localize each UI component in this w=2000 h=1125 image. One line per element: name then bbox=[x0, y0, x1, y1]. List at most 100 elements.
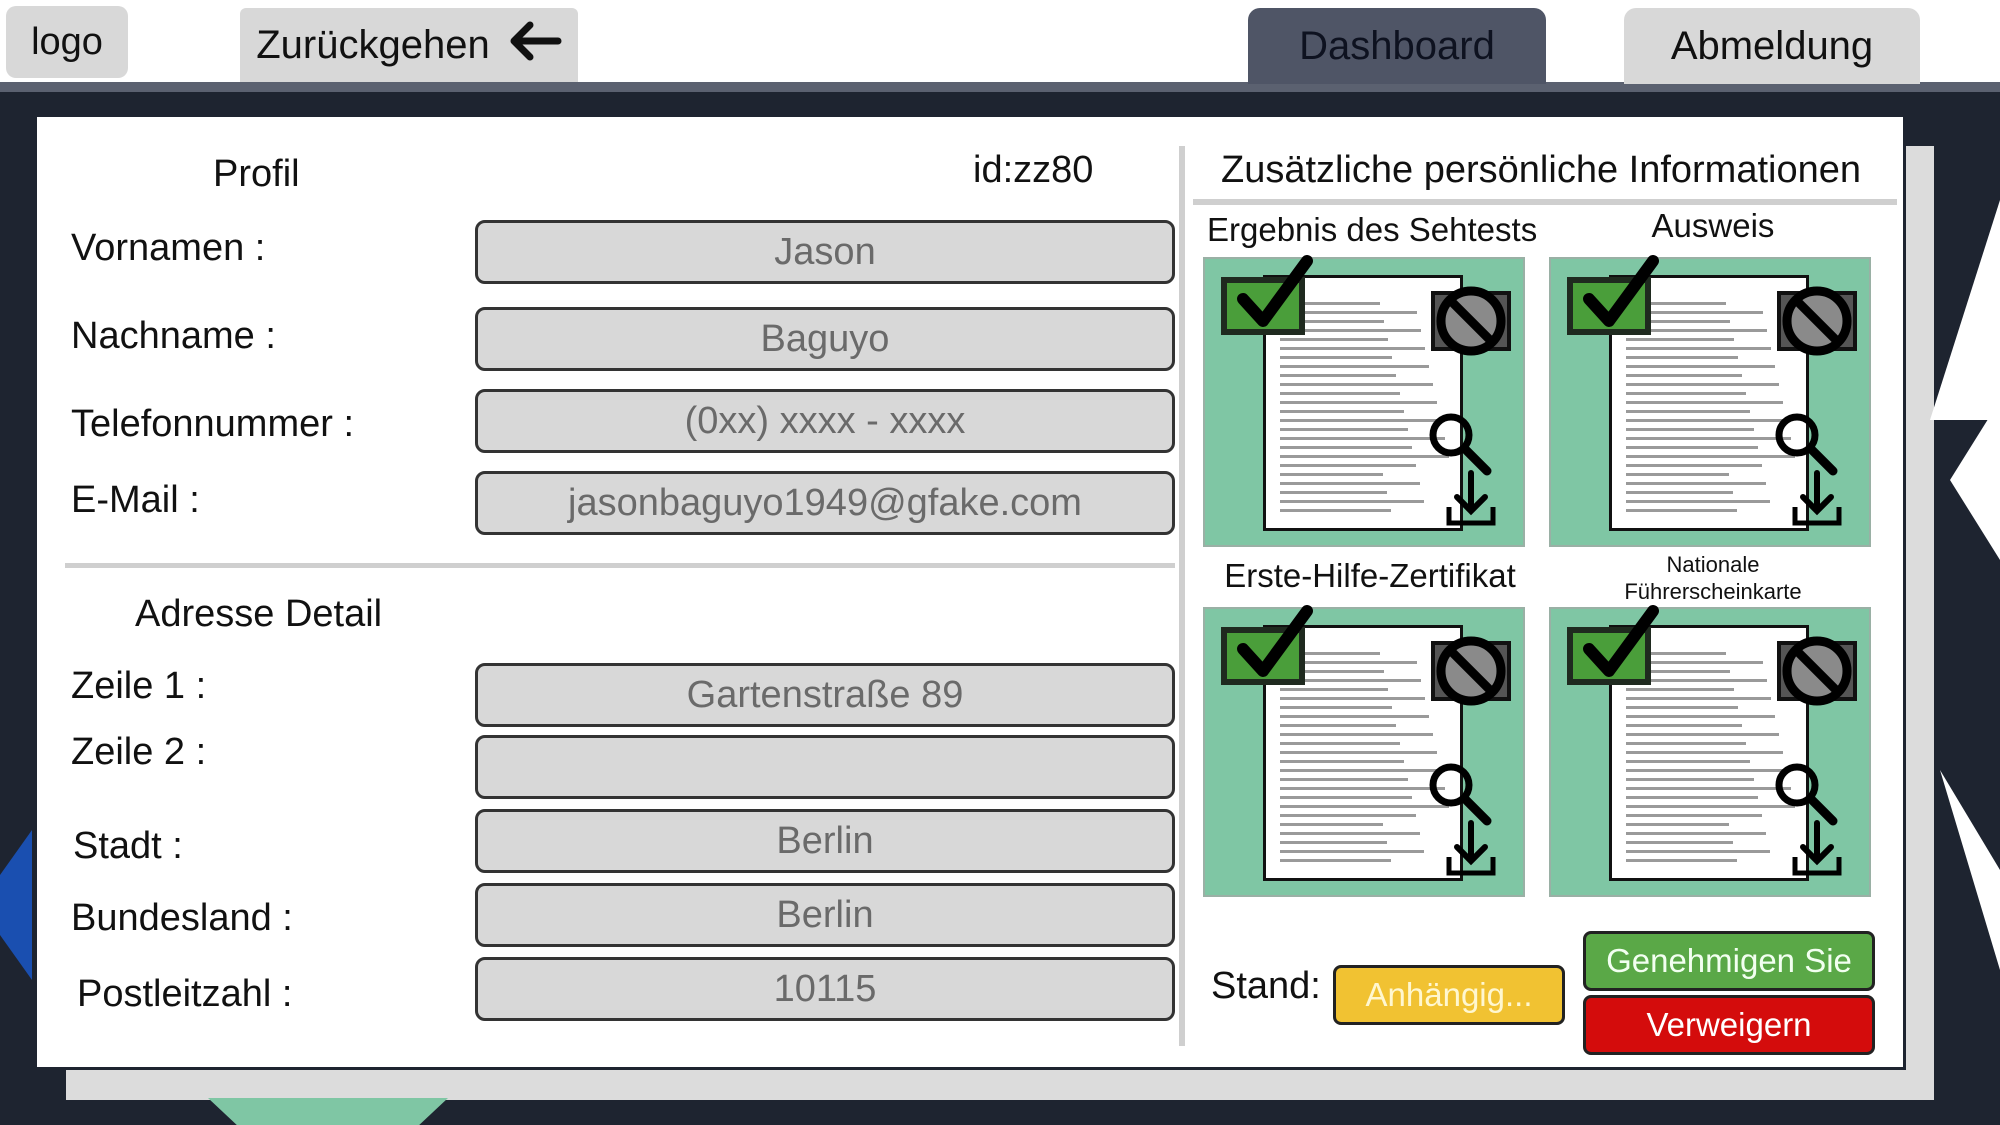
text-line bbox=[1626, 392, 1746, 395]
arrow-left-icon bbox=[510, 18, 562, 72]
text-line bbox=[1280, 500, 1424, 503]
profile-id: id:zz80 bbox=[973, 149, 1094, 191]
address-line1-field[interactable]: Gartenstraße 89 bbox=[475, 663, 1175, 727]
text-line bbox=[1626, 383, 1779, 386]
text-line bbox=[1280, 437, 1445, 440]
email-field[interactable]: jasonbaguyo1949@gfake.com bbox=[475, 471, 1175, 535]
dashboard-tab[interactable]: Dashboard bbox=[1248, 8, 1546, 84]
profile-title: Profil bbox=[213, 153, 300, 195]
download-icon[interactable] bbox=[1443, 469, 1499, 534]
approve-button[interactable]: Genehmigen Sie bbox=[1583, 931, 1875, 991]
text-line bbox=[1626, 482, 1766, 485]
logo[interactable]: logo bbox=[6, 6, 128, 78]
text-line bbox=[1280, 338, 1388, 341]
text-line bbox=[1280, 859, 1391, 862]
text-line bbox=[1280, 778, 1408, 781]
text-line bbox=[1280, 509, 1391, 512]
block-icon[interactable] bbox=[1429, 279, 1513, 363]
check-icon[interactable] bbox=[1567, 255, 1659, 335]
text-line bbox=[1280, 805, 1449, 808]
state-field[interactable]: Berlin bbox=[475, 883, 1175, 947]
city-field[interactable]: Berlin bbox=[475, 809, 1175, 873]
text-line bbox=[1626, 446, 1758, 449]
text-line bbox=[1626, 428, 1754, 431]
logout-button[interactable]: Abmeldung bbox=[1624, 8, 1920, 84]
download-icon[interactable] bbox=[1443, 819, 1499, 884]
text-line bbox=[1280, 760, 1404, 763]
field-label-email: E-Mail : bbox=[71, 479, 200, 521]
text-line bbox=[1280, 814, 1416, 817]
text-line bbox=[1626, 832, 1766, 835]
text-line bbox=[1626, 733, 1779, 736]
address-line2-field[interactable] bbox=[475, 735, 1175, 799]
text-line bbox=[1280, 383, 1433, 386]
field-label-line1: Zeile 1 : bbox=[71, 665, 207, 707]
download-icon[interactable] bbox=[1789, 469, 1845, 534]
text-line bbox=[1626, 859, 1737, 862]
block-icon[interactable] bbox=[1775, 629, 1859, 713]
status-label: Stand: bbox=[1211, 965, 1321, 1007]
last-name-field[interactable]: Baguyo bbox=[475, 307, 1175, 371]
check-icon[interactable] bbox=[1221, 255, 1313, 335]
text-line bbox=[1626, 401, 1783, 404]
text-line bbox=[1280, 374, 1396, 377]
text-line bbox=[1280, 724, 1396, 727]
column-divider bbox=[1179, 146, 1185, 1046]
text-line bbox=[1280, 428, 1408, 431]
field-label-line2: Zeile 2 : bbox=[71, 731, 207, 773]
text-line bbox=[1626, 796, 1758, 799]
text-line bbox=[1626, 706, 1738, 709]
profile-card: Profil id:zz80 Vornamen : Jason Nachname… bbox=[34, 114, 1906, 1070]
field-label-last-name: Nachname : bbox=[71, 315, 276, 357]
text-line bbox=[1280, 697, 1425, 700]
doc-title-id: Ausweis bbox=[1651, 207, 1775, 244]
text-line bbox=[1280, 742, 1400, 745]
check-icon[interactable] bbox=[1221, 605, 1313, 685]
field-label-postal-code: Postleitzahl : bbox=[77, 973, 293, 1015]
postal-code-field[interactable]: 10115 bbox=[475, 957, 1175, 1021]
doc-card-id[interactable] bbox=[1549, 255, 1871, 547]
text-line bbox=[1280, 419, 1441, 422]
download-icon[interactable] bbox=[1789, 819, 1845, 884]
additional-info-title: Zusätzliche persönliche Informationen bbox=[1221, 149, 1862, 191]
text-line bbox=[1280, 365, 1429, 368]
text-line bbox=[1626, 769, 1787, 772]
doc-card-first-aid[interactable] bbox=[1203, 605, 1525, 897]
doc-card-drivers-license[interactable] bbox=[1549, 605, 1871, 897]
text-line bbox=[1626, 473, 1729, 476]
section-divider bbox=[65, 563, 1175, 568]
deny-button[interactable]: Verweigern bbox=[1583, 995, 1875, 1055]
block-icon[interactable] bbox=[1775, 279, 1859, 363]
text-line bbox=[1280, 482, 1420, 485]
text-line bbox=[1280, 401, 1437, 404]
text-line bbox=[1626, 356, 1738, 359]
first-name-field[interactable]: Jason bbox=[475, 220, 1175, 284]
address-title: Adresse Detail bbox=[135, 593, 383, 635]
text-line bbox=[1280, 841, 1387, 844]
doc-card-eye-test[interactable] bbox=[1203, 255, 1525, 547]
status-badge: Anhängig... bbox=[1333, 965, 1565, 1025]
phone-field[interactable]: (0xx) xxxx - xxxx bbox=[475, 389, 1175, 453]
field-label-city: Stadt : bbox=[73, 825, 183, 867]
text-line bbox=[1626, 724, 1742, 727]
doc-title-eye-test: Ergebnis des Sehtests bbox=[1207, 211, 1538, 248]
check-icon[interactable] bbox=[1567, 605, 1659, 685]
text-line bbox=[1626, 338, 1734, 341]
text-line bbox=[1280, 464, 1416, 467]
text-line bbox=[1626, 760, 1750, 763]
text-line bbox=[1280, 392, 1400, 395]
text-line bbox=[1626, 410, 1750, 413]
back-button[interactable]: Zurückgehen bbox=[240, 8, 578, 82]
block-icon[interactable] bbox=[1429, 629, 1513, 713]
text-line bbox=[1626, 419, 1787, 422]
text-line bbox=[1626, 697, 1771, 700]
text-line bbox=[1626, 491, 1733, 494]
text-line bbox=[1280, 787, 1445, 790]
decor-teal-shape bbox=[208, 1098, 448, 1125]
text-line bbox=[1626, 823, 1729, 826]
text-line bbox=[1280, 410, 1404, 413]
field-label-first-name: Vornamen : bbox=[71, 227, 266, 269]
text-line bbox=[1280, 850, 1424, 853]
text-line bbox=[1280, 823, 1383, 826]
text-line bbox=[1280, 473, 1383, 476]
